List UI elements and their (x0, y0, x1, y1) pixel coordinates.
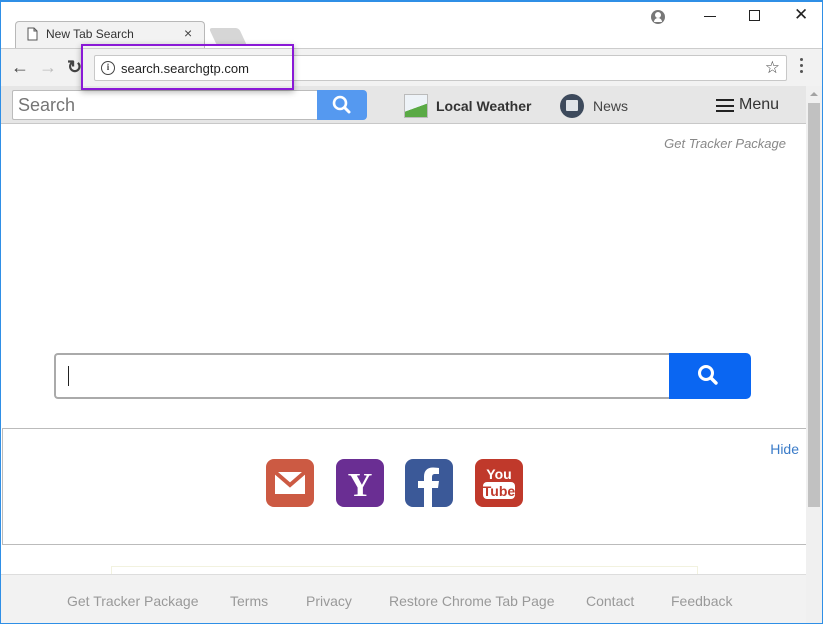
footer: Get Tracker Package Terms Privacy Restor… (1, 574, 806, 623)
footer-link-terms[interactable]: Terms (230, 593, 268, 609)
text-caret (68, 366, 69, 386)
facebook-shortcut[interactable] (405, 459, 453, 507)
weather-icon[interactable] (404, 94, 428, 118)
browser-window: New Tab Search × ✕ ← → ↻ i search.search… (0, 0, 823, 624)
menu-button[interactable]: Menu (739, 96, 779, 114)
browser-toolbar: ← → ↻ i search.searchgtp.com ☆ (1, 48, 822, 86)
svg-text:You: You (486, 466, 511, 482)
youtube-icon: You Tube (483, 466, 516, 499)
shortcuts-panel: Hide Y You Tube (2, 428, 806, 545)
footer-link-restore[interactable]: Restore Chrome Tab Page (389, 593, 555, 609)
news-link[interactable]: News (593, 98, 628, 114)
svg-text:Y: Y (348, 467, 373, 504)
yahoo-shortcut[interactable]: Y (336, 459, 384, 507)
site-topbar: Local Weather News Menu (1, 86, 806, 124)
footer-link-contact[interactable]: Contact (586, 593, 634, 609)
yahoo-icon: Y (348, 467, 373, 504)
top-search-input[interactable] (12, 90, 318, 120)
new-tab-button[interactable] (208, 28, 248, 46)
vertical-scrollbar[interactable] (806, 86, 822, 623)
info-icon[interactable]: i (101, 61, 115, 75)
back-arrow-icon[interactable]: ← (11, 57, 29, 77)
kebab-menu-icon[interactable] (800, 57, 804, 75)
svg-text:Tube: Tube (483, 483, 516, 499)
news-icon[interactable] (560, 94, 584, 118)
maximize-icon[interactable] (749, 10, 760, 21)
url-text[interactable]: search.searchgtp.com (121, 61, 249, 76)
facebook-icon (418, 467, 439, 507)
gmail-shortcut[interactable] (266, 459, 314, 507)
page-icon (27, 27, 38, 41)
profile-icon[interactable] (651, 10, 665, 24)
top-search-button[interactable] (317, 90, 367, 120)
scroll-thumb[interactable] (808, 103, 820, 507)
get-tracker-package-link[interactable]: Get Tracker Package (664, 136, 786, 151)
main-search-input[interactable] (54, 353, 670, 399)
title-bar: New Tab Search × ✕ (1, 2, 822, 49)
local-weather-link[interactable]: Local Weather (436, 98, 531, 114)
close-window-icon[interactable]: ✕ (794, 5, 808, 25)
search-icon (332, 95, 351, 114)
main-search-button[interactable] (669, 353, 751, 399)
footer-link-feedback[interactable]: Feedback (671, 593, 732, 609)
tab-title: New Tab Search (46, 27, 134, 41)
hide-shortcuts-link[interactable]: Hide (770, 441, 799, 457)
youtube-shortcut[interactable]: You Tube (475, 459, 523, 507)
tab-close-icon[interactable]: × (184, 25, 192, 41)
search-icon (698, 365, 718, 385)
mail-icon (273, 470, 307, 494)
forward-arrow-icon[interactable]: → (39, 57, 57, 77)
footer-link-tracker[interactable]: Get Tracker Package (67, 593, 199, 609)
footer-link-privacy[interactable]: Privacy (306, 593, 352, 609)
star-icon[interactable]: ☆ (765, 58, 780, 78)
page-content: Local Weather News Menu Get Tracker Pack… (1, 86, 806, 623)
scroll-up-arrow-icon[interactable] (810, 92, 818, 96)
minimize-icon[interactable] (704, 16, 716, 17)
hamburger-menu-icon[interactable] (716, 99, 734, 112)
reload-icon[interactable]: ↻ (67, 57, 82, 77)
address-bar[interactable]: i search.searchgtp.com ☆ (94, 55, 787, 81)
